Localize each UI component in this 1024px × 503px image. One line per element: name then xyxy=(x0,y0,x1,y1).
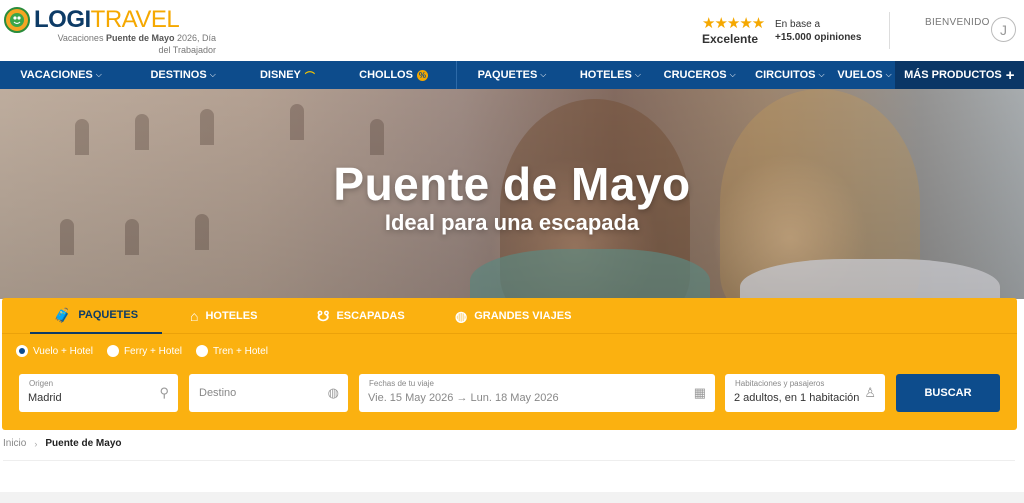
suitcase-icon: 🧳 xyxy=(53,306,72,323)
search-panel: 🧳 PAQUETES ⌂ HOTELES ☋ ESCAPADAS ◍ GRANDES V… xyxy=(2,298,1017,430)
nav-item-chollos[interactable]: CHOLLOS% xyxy=(331,61,457,89)
main-nav: VACACIONES ⌵ DESTINOS ⌵ DISNEY ⌒ CHOLLOS% P… xyxy=(0,61,1024,89)
divider xyxy=(3,460,1015,461)
radio-empty-icon xyxy=(106,345,119,357)
hero-subtitle: Ideal para una escapada xyxy=(384,210,640,235)
nav-item-cruceros[interactable]: CRUCEROS ⌵ xyxy=(654,61,745,89)
chevron-down-icon: ⌵ xyxy=(540,70,547,79)
header-divider xyxy=(889,12,890,49)
origin-label: Origen xyxy=(29,379,54,388)
disney-castle-icon: ⌒ xyxy=(304,71,315,83)
chevron-down-icon: ⌵ xyxy=(95,70,102,79)
balloon-icon: ☋ xyxy=(317,307,330,324)
dates-label: Fechas de tu viaje xyxy=(369,379,434,388)
calendar-icon: ▦ xyxy=(693,385,706,400)
hero-title: Puente de Mayo xyxy=(333,158,691,210)
tagline: Vacaciones Puente de Mayo 2026, Día del … xyxy=(57,33,216,55)
rating-widget[interactable]: ★★★★★ Excelente xyxy=(702,14,765,46)
nav-item-paquetes[interactable]: PAQUETES ⌵ xyxy=(457,61,566,89)
house-icon: ⌂ xyxy=(190,308,199,324)
content-band xyxy=(0,492,1024,503)
nav-item-hoteles[interactable]: HOTELES ⌵ xyxy=(567,61,654,89)
rooms-field[interactable]: Habitaciones y pasajeros 2 adultos, en 1… xyxy=(725,374,885,412)
dates-field[interactable]: Fechas de tu viaje Vie. 15 May 2026 → Lu… xyxy=(359,374,715,412)
search-tabs: 🧳 PAQUETES ⌂ HOTELES ☋ ESCAPADAS ◍ GRANDES V… xyxy=(2,298,1017,334)
travel-mode-options: Vuelo + Hotel Ferry + Hotel Tren + Hotel xyxy=(16,345,282,357)
destination-placeholder: Destino xyxy=(199,387,237,399)
logo-mascot-icon xyxy=(4,7,30,33)
nav-item-vuelos[interactable]: VUELOS ⌵ xyxy=(835,61,895,89)
globe-icon: ◍ xyxy=(327,385,339,400)
radio-tren-hotel[interactable]: Tren + Hotel xyxy=(196,345,268,357)
location-pin-icon: ⚲ xyxy=(159,385,169,400)
dates-value: Vie. 15 May 2026 → Lun. 18 May 2026 xyxy=(368,392,559,404)
search-button[interactable]: BUSCAR xyxy=(896,374,1000,412)
rating-label: Excelente xyxy=(702,32,759,46)
nav-item-circuitos[interactable]: CIRCUITOS ⌵ xyxy=(745,61,834,89)
rooms-value: 2 adultos, en 1 habitación xyxy=(734,392,860,404)
tab-escapadas[interactable]: ☋ ESCAPADAS xyxy=(317,298,405,334)
chevron-down-icon: ⌵ xyxy=(209,70,216,79)
nav-item-vacaciones[interactable]: VACACIONES ⌵ xyxy=(0,61,122,89)
chevron-down-icon: ⌵ xyxy=(729,70,736,79)
nav-item-mas-productos[interactable]: MÁS PRODUCTOS + xyxy=(894,61,1024,89)
breadcrumb-current: Puente de Mayo xyxy=(45,438,122,449)
radio-empty-icon xyxy=(196,345,209,357)
tab-grandes-viajes[interactable]: ◍ GRANDES VIAJES xyxy=(455,298,571,334)
chevron-down-icon: ⌵ xyxy=(634,70,641,79)
hero-banner: Puente de Mayo Ideal para una escapada xyxy=(0,89,1024,299)
radio-selected-icon xyxy=(16,345,28,357)
rating-stars-icon: ★★★★★ xyxy=(702,15,765,32)
nav-item-destinos[interactable]: DESTINOS ⌵ xyxy=(122,61,244,89)
welcome-text: BIENVENIDO xyxy=(925,17,990,28)
destination-field[interactable]: Destino ◍ xyxy=(189,374,348,412)
globe-icon: ◍ xyxy=(455,307,468,324)
tab-hoteles[interactable]: ⌂ HOTELES xyxy=(190,298,257,334)
reviews-count: En base a +15.000 opiniones xyxy=(775,19,862,43)
plus-icon: + xyxy=(1005,66,1015,84)
percent-badge-icon: % xyxy=(416,69,428,81)
breadcrumb: Inicio › Puente de Mayo xyxy=(3,438,122,449)
person-icon: ♙ xyxy=(864,385,876,400)
site-header: LOGITRAVEL Vacaciones Puente de Mayo 202… xyxy=(0,0,1024,61)
breadcrumb-home-link[interactable]: Inicio xyxy=(3,438,26,449)
radio-ferry-hotel[interactable]: Ferry + Hotel xyxy=(106,345,182,357)
chevron-down-icon: ⌵ xyxy=(885,70,892,79)
tab-paquetes[interactable]: 🧳 PAQUETES xyxy=(30,298,162,334)
chevron-down-icon: ⌵ xyxy=(818,70,825,79)
origin-field[interactable]: Origen Madrid ⚲ xyxy=(19,374,178,412)
avatar[interactable]: J xyxy=(991,17,1016,42)
logo-wordmark: LOGITRAVEL xyxy=(34,6,180,33)
origin-value: Madrid xyxy=(28,392,62,404)
nav-item-disney[interactable]: DISNEY ⌒ xyxy=(244,61,331,89)
chevron-right-icon: › xyxy=(34,438,38,449)
radio-vuelo-hotel[interactable]: Vuelo + Hotel xyxy=(16,345,93,357)
rooms-label: Habitaciones y pasajeros xyxy=(735,379,825,388)
logo[interactable]: LOGITRAVEL xyxy=(4,6,180,34)
